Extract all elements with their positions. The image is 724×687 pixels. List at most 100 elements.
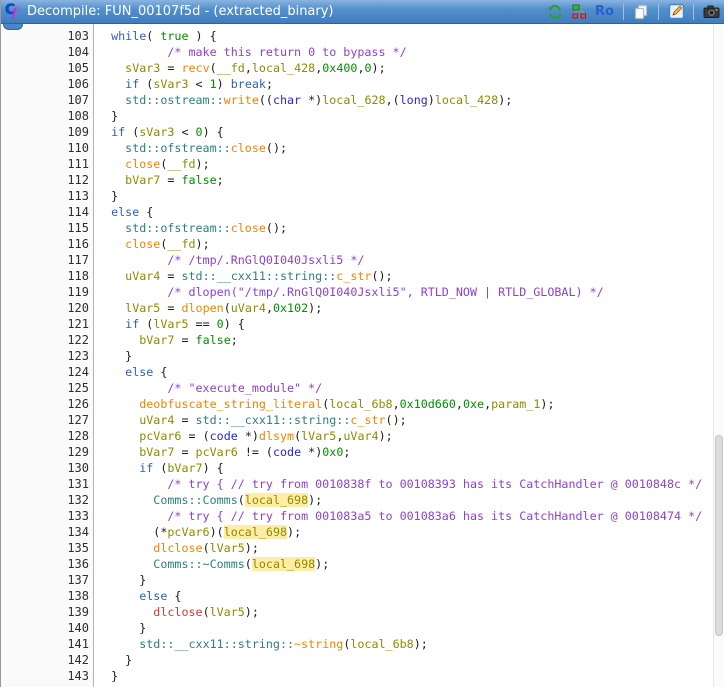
token-ty[interactable]: code <box>210 429 238 443</box>
code-text[interactable]: lVar5 = dlopen(uVar4,0x102); <box>97 300 713 316</box>
token-vr[interactable]: bVar7 <box>139 333 174 347</box>
token-pl[interactable]: = <box>160 173 181 187</box>
token-vr[interactable]: local_628 <box>322 93 385 107</box>
token-vr[interactable]: pcVar6 <box>167 525 209 539</box>
token-ct[interactable]: 0x10d660 <box>400 397 456 411</box>
code-text[interactable]: close(__fd); <box>97 236 713 252</box>
token-vr[interactable]: pcVar6 <box>139 429 181 443</box>
code-text[interactable]: dlclose(lVar5); <box>97 540 713 556</box>
code-text[interactable]: bVar7 = false; <box>97 332 713 348</box>
code-area[interactable]: 103 while( true ) {104 /* make this retu… <box>1 24 713 687</box>
token-pl[interactable]: ( <box>139 77 153 91</box>
panel-notch[interactable] <box>3 24 23 30</box>
token-vr[interactable]: sVar3 <box>125 61 160 75</box>
token-ct[interactable]: 1 <box>210 77 217 91</box>
code-text[interactable]: while( true ) { <box>97 28 713 44</box>
token-vr[interactable]: local_6b8 <box>329 397 392 411</box>
token-pl[interactable]: } <box>139 621 146 635</box>
token-hl[interactable]: local_698 <box>251 557 316 571</box>
token-pl[interactable]: ); <box>245 605 259 619</box>
token-pl[interactable]: != ( <box>238 445 273 459</box>
callgraph-icon[interactable] <box>570 3 588 21</box>
token-vr[interactable]: uVar4 <box>139 413 174 427</box>
token-pl[interactable]: )( <box>210 525 224 539</box>
token-ns[interactable]: Comms::~Comms <box>153 557 244 571</box>
token-kw[interactable]: else <box>111 205 139 219</box>
token-pl[interactable]: (); <box>266 221 287 235</box>
token-pl[interactable]: { <box>153 365 167 379</box>
token-ns[interactable]: std::ofstream:: <box>125 221 231 235</box>
token-pl[interactable]: ) <box>428 93 435 107</box>
token-vr[interactable]: uVar4 <box>343 429 378 443</box>
token-pl[interactable]: = <box>160 61 181 75</box>
titlebar[interactable]: Cf Decompile: FUN_00107f5d - (extracted_… <box>1 0 724 24</box>
token-kw[interactable]: if <box>125 317 139 331</box>
token-vr[interactable]: lVar5 <box>153 317 188 331</box>
token-ct[interactable]: 0xe <box>463 397 484 411</box>
code-text[interactable]: } <box>97 348 713 364</box>
token-pl[interactable]: } <box>125 349 132 363</box>
token-ns[interactable]: std::ostream:: <box>125 93 224 107</box>
token-pl[interactable]: = <box>174 445 195 459</box>
token-pl[interactable]: (* <box>153 525 167 539</box>
token-pl[interactable]: ); <box>414 637 428 651</box>
token-pl[interactable]: ; <box>217 173 224 187</box>
code-text[interactable]: (*pcVar6)(local_698); <box>97 524 713 540</box>
token-ct[interactable]: false <box>181 173 216 187</box>
token-fn[interactable]: recv <box>181 61 209 75</box>
code-text[interactable]: Comms::~Comms(local_698); <box>97 556 713 572</box>
token-vr[interactable]: lVar5 <box>301 429 336 443</box>
code-text[interactable]: else { <box>97 204 713 220</box>
token-ct[interactable]: 0x0 <box>322 445 343 459</box>
token-vr[interactable]: bVar7 <box>125 173 160 187</box>
code-text[interactable]: bVar7 = pcVar6 != (code *)0x0; <box>97 444 713 460</box>
token-ns[interactable]: std::__cxx11::string:: <box>181 269 336 283</box>
token-ty[interactable]: long <box>400 93 428 107</box>
token-ns[interactable]: std::__cxx11::string:: <box>196 413 351 427</box>
code-text[interactable]: if (sVar3 < 1) break; <box>97 76 713 92</box>
token-pl[interactable]: ( <box>238 493 245 507</box>
token-pl[interactable]: ); <box>196 237 210 251</box>
token-fn[interactable]: dlopen <box>181 301 223 315</box>
code-text[interactable]: if (bVar7) { <box>97 460 713 476</box>
token-pl[interactable]: ( <box>210 61 217 75</box>
token-vr[interactable]: local_428 <box>252 61 315 75</box>
token-vr[interactable]: __fd <box>167 237 195 251</box>
token-vr[interactable]: bVar7 <box>139 445 174 459</box>
token-vr[interactable]: lVar5 <box>210 541 245 555</box>
token-pl[interactable]: ; <box>231 333 238 347</box>
token-pl[interactable]: (); <box>386 413 407 427</box>
code-text[interactable]: /* /tmp/.RnGlQ0I040Jsxli5 */ <box>97 252 713 268</box>
edit-icon[interactable] <box>667 3 685 21</box>
token-pl[interactable]: (); <box>371 269 392 283</box>
code-text[interactable]: /* "execute_module" */ <box>97 380 713 396</box>
token-fn[interactable]: close <box>231 221 266 235</box>
token-ct[interactable]: true <box>160 29 188 43</box>
token-vr[interactable]: __fd <box>167 157 195 171</box>
code-text[interactable]: /* try { // try from 0010838f to 0010839… <box>97 476 713 492</box>
token-pl[interactable]: = <box>160 301 181 315</box>
token-pl[interactable]: < <box>189 77 210 91</box>
code-text[interactable]: dlclose(lVar5); <box>97 604 713 620</box>
code-text[interactable]: uVar4 = std::__cxx11::string::c_str(); <box>97 268 713 284</box>
token-kw[interactable]: if <box>139 461 153 475</box>
token-kw[interactable]: break <box>231 77 266 91</box>
token-cm[interactable]: /* /tmp/.RnGlQ0I040Jsxli5 */ <box>167 253 364 267</box>
token-vr[interactable]: pcVar6 <box>196 445 238 459</box>
code-text[interactable]: } <box>97 572 713 588</box>
token-pl[interactable]: , <box>245 61 252 75</box>
token-pl[interactable]: ); <box>315 557 329 571</box>
code-text[interactable]: else { <box>97 588 713 604</box>
token-pl[interactable]: ); <box>372 61 386 75</box>
code-text[interactable]: pcVar6 = (code *)dlsym(lVar5,uVar4); <box>97 428 713 444</box>
token-pl[interactable]: ) { <box>224 317 245 331</box>
token-pl[interactable]: (( <box>259 93 273 107</box>
token-vr[interactable]: lVar5 <box>210 605 245 619</box>
token-vr[interactable]: local_428 <box>435 93 498 107</box>
token-vr[interactable]: local_6b8 <box>350 637 413 651</box>
token-cm[interactable]: /* dlopen("/tmp/.RnGlQ0I040Jsxli5", RTLD… <box>167 285 603 299</box>
copy-icon[interactable] <box>632 3 650 21</box>
token-ct[interactable]: 0 <box>196 125 203 139</box>
token-vr[interactable]: sVar3 <box>153 77 188 91</box>
code-text[interactable]: sVar3 = recv(__fd,local_428,0x400,0); <box>97 60 713 76</box>
